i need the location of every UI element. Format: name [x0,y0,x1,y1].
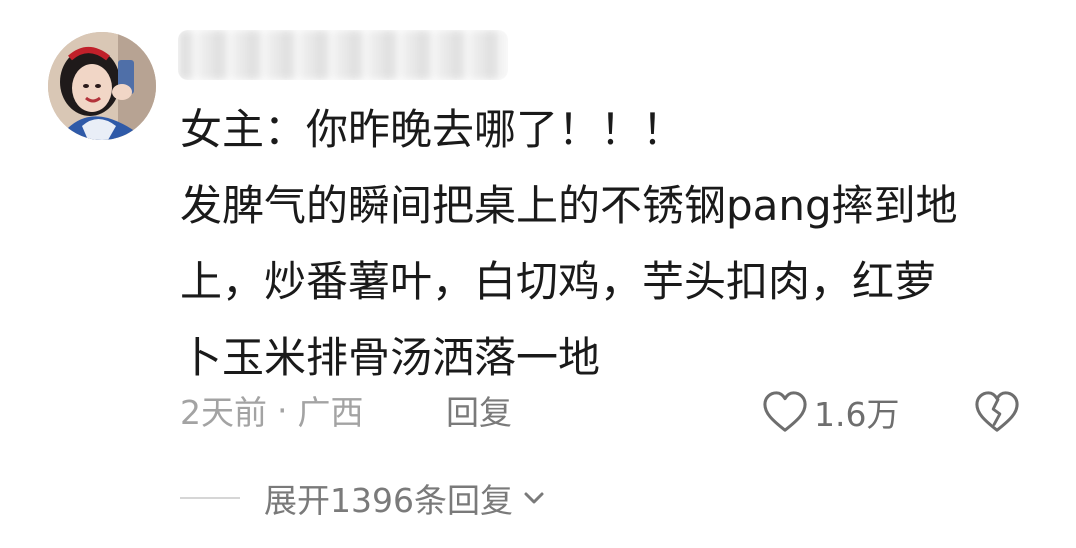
expand-replies-label: 展开1396条回复 [264,481,513,520]
avatar[interactable] [48,32,156,140]
heart-outline-icon [763,391,807,432]
comment-line: 发脾气的瞬间把桌上的不锈钢pang摔到地 [180,181,958,230]
broken-heart-icon [975,391,1019,432]
like-button[interactable]: 1.6万 [762,388,899,436]
comment-meta: 2天前 · 广西 [180,386,364,434]
reply-button[interactable]: 回复 [446,386,512,434]
redaction-blur [178,30,508,80]
divider-dash [180,497,240,499]
comment-line: 卜玉米排骨汤洒落一地 [180,333,601,382]
expand-replies-button[interactable]: 展开1396条回复 [180,474,547,522]
timestamp: 2天前 [180,393,267,432]
avatar-image [48,32,156,140]
location-label: 广西 [297,393,364,432]
username-redacted[interactable] [178,30,508,80]
comment-line: 上，炒番薯叶，白切鸡，芋头扣肉，红萝 [180,257,937,306]
dislike-button[interactable] [974,390,1020,434]
comment-item: 女主：你昨晚去哪了！！！ 发脾气的瞬间把桌上的不锈钢pang摔到地 上，炒番薯叶… [0,0,1076,548]
comment-line: 女主：你昨晚去哪了！！！ [180,105,685,154]
like-count: 1.6万 [814,395,900,434]
meta-separator: · [277,390,288,430]
chevron-down-icon [524,492,544,504]
comment-body: 女主：你昨晚去哪了！！！ 发脾气的瞬间把桌上的不锈钢pang摔到地 上，炒番薯叶… [180,92,1020,396]
